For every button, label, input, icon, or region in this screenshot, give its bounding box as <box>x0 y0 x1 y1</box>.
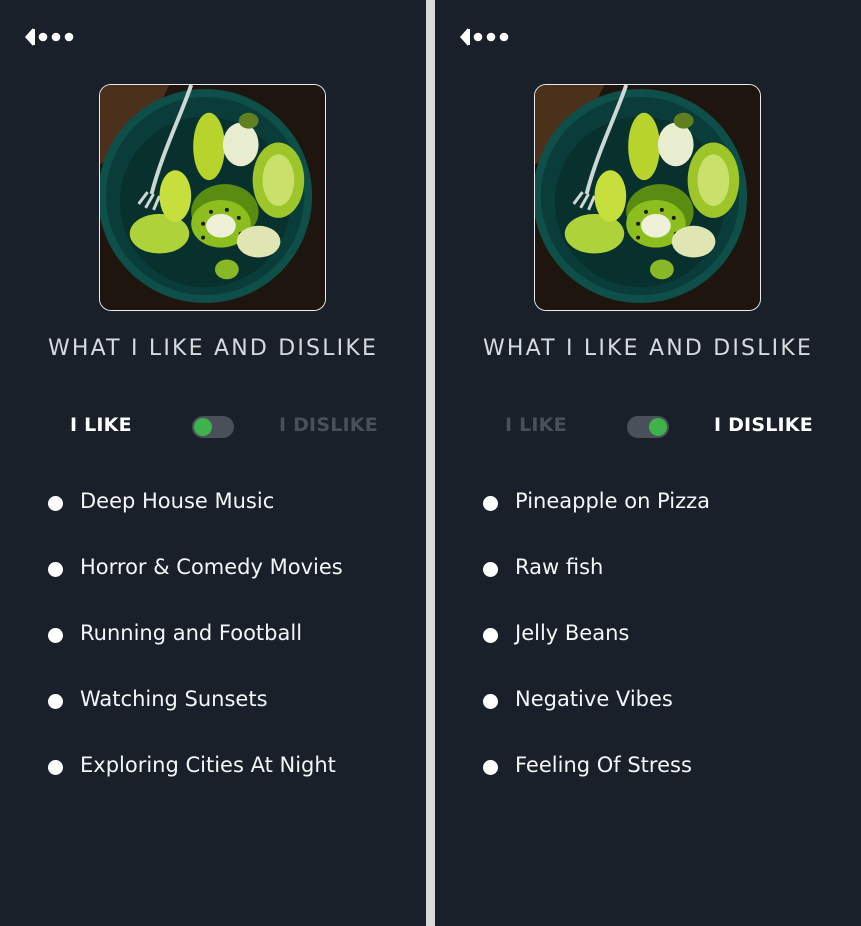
like-list: Deep House Music Horror & Comedy Movies … <box>48 480 418 810</box>
bullet-icon <box>48 496 63 511</box>
bullet-icon <box>483 562 498 577</box>
list-item: Running and Football <box>48 612 418 678</box>
back-arrow-dots-icon <box>460 28 509 46</box>
list-item-label: Watching Sunsets <box>80 687 268 711</box>
list-item-label: Exploring Cities At Night <box>80 753 336 777</box>
list-item-label: Horror & Comedy Movies <box>80 555 343 579</box>
screen-dislike: WHAT I LIKE AND DISLIKE I LIKE I DISLIKE… <box>435 0 861 926</box>
switch-knob <box>649 418 667 436</box>
list-item: Exploring Cities At Night <box>48 744 418 810</box>
bullet-icon <box>48 760 63 775</box>
list-item-label: Negative Vibes <box>515 687 673 711</box>
app-stage: WHAT I LIKE AND DISLIKE I LIKE I DISLIKE… <box>0 0 861 926</box>
like-dislike-switch[interactable] <box>192 416 234 438</box>
back-button[interactable] <box>459 27 513 47</box>
kiwi-bowl-photo <box>534 84 761 311</box>
screen-like: WHAT I LIKE AND DISLIKE I LIKE I DISLIKE… <box>0 0 426 926</box>
like-dislike-toggle-row: I LIKE I DISLIKE <box>0 410 426 442</box>
like-dislike-switch[interactable] <box>627 416 669 438</box>
page-title: WHAT I LIKE AND DISLIKE <box>47 336 379 361</box>
bullet-icon <box>483 760 498 775</box>
dislike-label[interactable]: I DISLIKE <box>714 414 813 436</box>
page-title: WHAT I LIKE AND DISLIKE <box>482 336 814 361</box>
dislike-list: Pineapple on Pizza Raw fish Jelly Beans … <box>483 480 853 810</box>
bullet-icon <box>483 694 498 709</box>
like-dislike-toggle-row: I LIKE I DISLIKE <box>435 410 861 442</box>
back-button[interactable] <box>24 27 78 47</box>
back-arrow-dots-icon <box>25 28 74 46</box>
list-item: Watching Sunsets <box>48 678 418 744</box>
list-item-label: Feeling Of Stress <box>515 753 692 777</box>
list-item-label: Deep House Music <box>80 489 275 513</box>
bullet-icon <box>48 694 63 709</box>
switch-knob <box>194 418 212 436</box>
list-item: Raw fish <box>483 546 853 612</box>
list-item-label: Raw fish <box>515 555 604 579</box>
list-item: Negative Vibes <box>483 678 853 744</box>
like-label[interactable]: I LIKE <box>70 414 132 436</box>
list-item: Feeling Of Stress <box>483 744 853 810</box>
list-item: Pineapple on Pizza <box>483 480 853 546</box>
list-item-label: Jelly Beans <box>515 621 630 645</box>
bullet-icon <box>48 628 63 643</box>
bullet-icon <box>483 628 498 643</box>
list-item: Jelly Beans <box>483 612 853 678</box>
bullet-icon <box>483 496 498 511</box>
list-item: Deep House Music <box>48 480 418 546</box>
bullet-icon <box>48 562 63 577</box>
like-label[interactable]: I LIKE <box>505 414 567 436</box>
list-item-label: Pineapple on Pizza <box>515 489 711 513</box>
dislike-label[interactable]: I DISLIKE <box>279 414 378 436</box>
list-item: Horror & Comedy Movies <box>48 546 418 612</box>
list-item-label: Running and Football <box>80 621 303 645</box>
kiwi-bowl-photo <box>99 84 326 311</box>
